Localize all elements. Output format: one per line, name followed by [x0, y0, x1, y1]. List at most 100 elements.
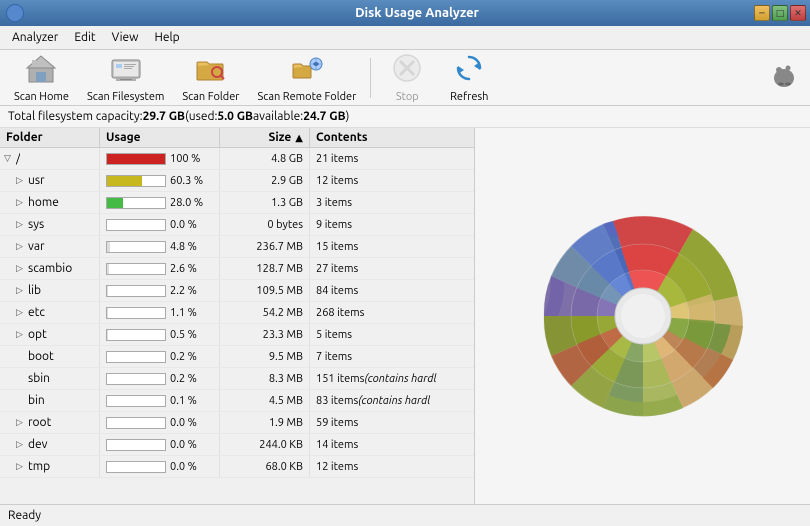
- folder-name: sbin: [28, 372, 50, 385]
- usage-bar: [107, 176, 142, 186]
- cell-folder: ▷var: [0, 236, 100, 257]
- cell-contents: 9 items: [310, 214, 474, 235]
- expand-arrow-icon[interactable]: ▷: [16, 417, 26, 428]
- scan-folder-button[interactable]: Scan Folder: [174, 48, 247, 107]
- table-row[interactable]: ▷lib2.2 %109.5 MB84 items: [0, 280, 474, 302]
- table-row[interactable]: ▷etc1.1 %54.2 MB268 items: [0, 302, 474, 324]
- cell-size: 109.5 MB: [220, 280, 310, 301]
- folder-name: tmp: [28, 460, 50, 473]
- tree-body[interactable]: ▽/100 %4.8 GB21 items▷usr60.3 %2.9 GB12 …: [0, 148, 474, 504]
- window-title: Disk Usage Analyzer: [80, 6, 754, 20]
- usage-percent: 60.3 %: [170, 175, 203, 187]
- usage-bar-container: [106, 241, 166, 253]
- cell-contents: 268 items: [310, 302, 474, 323]
- cell-size: 4.5 MB: [220, 390, 310, 411]
- cell-folder: sbin: [0, 368, 100, 389]
- table-row[interactable]: ▷sys0.0 %0 bytes9 items: [0, 214, 474, 236]
- folder-name: /: [16, 152, 20, 165]
- col-header-size[interactable]: Size ▲: [220, 128, 310, 147]
- cell-usage: 1.1 %: [100, 302, 220, 323]
- expand-arrow-icon[interactable]: ▷: [16, 175, 26, 186]
- table-row[interactable]: ▷usr60.3 %2.9 GB12 items: [0, 170, 474, 192]
- cell-size: 9.5 MB: [220, 346, 310, 367]
- usage-bar-container: [106, 395, 166, 407]
- col-header-contents: Contents: [310, 128, 474, 147]
- usage-percent: 0.0 %: [170, 439, 197, 451]
- folder-name: root: [28, 416, 51, 429]
- scan-remote-icon: [291, 52, 323, 89]
- usage-percent: 0.5 %: [170, 329, 197, 341]
- folder-name: var: [28, 240, 45, 253]
- close-button[interactable]: ✕: [790, 5, 806, 21]
- scan-home-button[interactable]: Scan Home: [6, 48, 77, 107]
- expand-arrow-icon[interactable]: ▽: [4, 153, 14, 164]
- cell-contents: 12 items: [310, 456, 474, 477]
- table-row[interactable]: ▷root0.0 %1.9 MB59 items: [0, 412, 474, 434]
- usage-bar: [107, 242, 110, 252]
- scan-filesystem-button[interactable]: Scan Filesystem: [79, 48, 172, 107]
- cell-contents: 59 items: [310, 412, 474, 433]
- stop-icon: [391, 52, 423, 89]
- maximize-button[interactable]: □: [772, 5, 788, 21]
- col-header-usage: Usage: [100, 128, 220, 147]
- expand-arrow-icon[interactable]: ▷: [16, 197, 26, 208]
- table-row[interactable]: ▷opt0.5 %23.3 MB5 items: [0, 324, 474, 346]
- table-row[interactable]: ▷scambio2.6 %128.7 MB27 items: [0, 258, 474, 280]
- table-row[interactable]: ▷home28.0 %1.3 GB3 items: [0, 192, 474, 214]
- expand-arrow-icon[interactable]: ▷: [16, 219, 26, 230]
- menu-analyzer[interactable]: Analyzer: [4, 29, 66, 46]
- expand-arrow-icon[interactable]: ▷: [16, 461, 26, 472]
- table-row[interactable]: ▷dev0.0 %244.0 KB14 items: [0, 434, 474, 456]
- menu-help[interactable]: Help: [146, 29, 187, 46]
- cell-size: 1.3 GB: [220, 192, 310, 213]
- table-row[interactable]: ▷tmp0.0 %68.0 KB12 items: [0, 456, 474, 478]
- menu-view[interactable]: View: [104, 29, 147, 46]
- folder-name: sys: [28, 218, 44, 231]
- usage-percent: 2.2 %: [170, 285, 197, 297]
- expand-arrow-icon[interactable]: ▷: [16, 307, 26, 318]
- refresh-button[interactable]: Refresh: [439, 48, 499, 107]
- scan-folder-label: Scan Folder: [182, 91, 239, 103]
- usage-percent: 100 %: [170, 153, 200, 165]
- cell-folder: ▷usr: [0, 170, 100, 191]
- scan-folder-icon: [195, 52, 227, 89]
- table-row[interactable]: ▽/100 %4.8 GB21 items: [0, 148, 474, 170]
- cell-folder: ▷tmp: [0, 456, 100, 477]
- usage-bar: [107, 264, 109, 274]
- cell-contents: 151 items (contains hardl: [310, 368, 474, 389]
- cell-usage: 4.8 %: [100, 236, 220, 257]
- toolbar-separator: [370, 58, 371, 98]
- expand-arrow-icon[interactable]: ▷: [16, 329, 26, 340]
- toolbar: Scan Home Scan Filesystem: [0, 50, 810, 106]
- expand-arrow-icon[interactable]: ▷: [16, 263, 26, 274]
- table-row[interactable]: boot0.2 %9.5 MB7 items: [0, 346, 474, 368]
- menu-edit[interactable]: Edit: [66, 29, 103, 46]
- cell-size: 4.8 GB: [220, 148, 310, 169]
- folder-name: usr: [28, 174, 45, 187]
- table-row[interactable]: sbin0.2 %8.3 MB151 items (contains hardl: [0, 368, 474, 390]
- cell-folder: ▷dev: [0, 434, 100, 455]
- cell-folder: boot: [0, 346, 100, 367]
- cell-size: 128.7 MB: [220, 258, 310, 279]
- table-row[interactable]: ▷var4.8 %236.7 MB15 items: [0, 236, 474, 258]
- minimize-button[interactable]: ─: [754, 5, 770, 21]
- cell-contents: 12 items: [310, 170, 474, 191]
- cell-usage: 2.6 %: [100, 258, 220, 279]
- folder-name: dev: [28, 438, 48, 451]
- stop-button[interactable]: Stop: [377, 48, 437, 107]
- usage-bar-container: [106, 285, 166, 297]
- expand-arrow-icon[interactable]: ▷: [16, 241, 26, 252]
- table-row[interactable]: bin0.1 %4.5 MB83 items (contains hardl: [0, 390, 474, 412]
- expand-arrow-icon[interactable]: ▷: [16, 439, 26, 450]
- usage-percent: 1.1 %: [170, 307, 197, 319]
- usage-bar: [107, 308, 108, 318]
- main-content: Folder Usage Size ▲ Contents ▽/100 %4.8 …: [0, 128, 810, 504]
- expand-arrow-icon[interactable]: ▷: [16, 285, 26, 296]
- cell-contents: 83 items (contains hardl: [310, 390, 474, 411]
- cell-usage: 0.2 %: [100, 346, 220, 367]
- gnome-icon: [768, 60, 800, 95]
- cell-usage: 0.0 %: [100, 214, 220, 235]
- scan-remote-label: Scan Remote Folder: [257, 91, 356, 103]
- scan-remote-button[interactable]: Scan Remote Folder: [249, 48, 364, 107]
- usage-bar-container: [106, 351, 166, 363]
